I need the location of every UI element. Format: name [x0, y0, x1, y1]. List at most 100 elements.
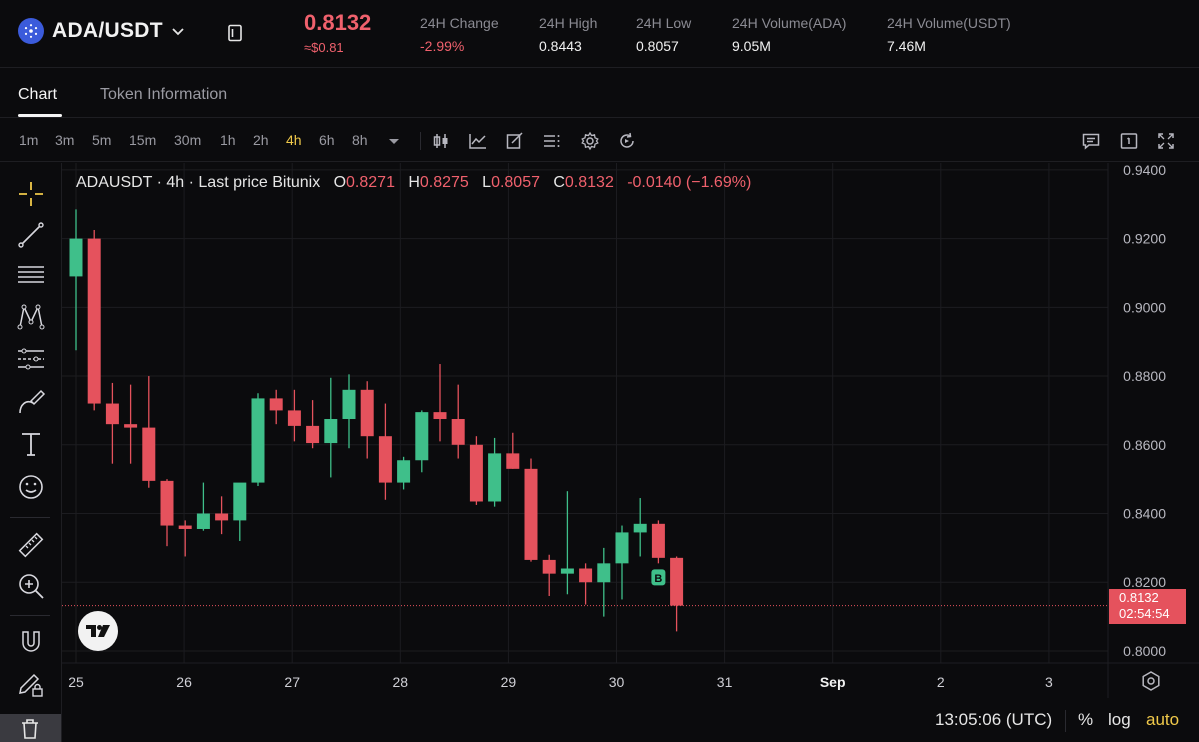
- stat-24h-low: 24H Low 0.8057: [636, 15, 691, 54]
- indicators-icon[interactable]: [468, 131, 488, 151]
- last-price-fiat: ≈$0.81: [304, 40, 344, 55]
- x-axis-tick-label: Sep: [820, 674, 846, 690]
- x-axis-tick-label: 31: [717, 674, 733, 690]
- log-scale-button[interactable]: log: [1108, 710, 1131, 730]
- magnet-icon[interactable]: [16, 627, 46, 657]
- auto-scale-button[interactable]: auto: [1146, 710, 1179, 730]
- stat-24h-high: 24H High 0.8443: [539, 15, 597, 54]
- axis-settings-icon[interactable]: [1140, 670, 1162, 692]
- fib-retracement-icon[interactable]: [16, 260, 46, 290]
- tools-divider: [10, 615, 50, 616]
- legend-change: -0.0140 (−1.69%): [627, 174, 752, 191]
- trend-line-icon[interactable]: [16, 220, 46, 250]
- stat-label: 24H Volume(USDT): [887, 15, 1011, 31]
- trash-icon[interactable]: [18, 717, 42, 741]
- pattern-icon[interactable]: [16, 302, 46, 332]
- timeframe-30m[interactable]: 30m: [174, 132, 201, 148]
- stat-value: 7.46M: [887, 38, 926, 54]
- active-tab-indicator: [18, 114, 62, 117]
- settings-gear-icon[interactable]: [580, 131, 600, 151]
- timeframe-15m[interactable]: 15m: [129, 132, 156, 148]
- bookmark-icon[interactable]: [227, 24, 243, 42]
- chat-icon[interactable]: [1081, 131, 1101, 151]
- ruler-icon[interactable]: [16, 530, 46, 560]
- legend-close-label: C: [553, 174, 565, 191]
- lock-pencil-icon[interactable]: [16, 669, 46, 699]
- timeframe-5m[interactable]: 5m: [92, 132, 111, 148]
- timeframe-6h[interactable]: 6h: [319, 132, 335, 148]
- timeframe-3m[interactable]: 3m: [55, 132, 74, 148]
- candle-body: [433, 412, 447, 420]
- tab-chart[interactable]: Chart: [18, 86, 57, 104]
- timeframe-2h[interactable]: 2h: [253, 132, 269, 148]
- candle-body: [233, 482, 247, 521]
- stat-label: 24H Change: [420, 15, 499, 31]
- prediction-icon[interactable]: [16, 344, 46, 374]
- candle-body: [542, 559, 556, 574]
- candle-body: [397, 460, 411, 483]
- timeframe-4h[interactable]: 4h: [286, 132, 302, 148]
- candle-body: [378, 436, 392, 483]
- candle-body: [69, 238, 83, 277]
- replay-icon[interactable]: [617, 131, 637, 151]
- x-axis-tick-label: 28: [393, 674, 409, 690]
- candle-body: [506, 453, 520, 469]
- candle-body: [178, 525, 192, 529]
- legend-open-label: O: [333, 174, 347, 191]
- text-icon[interactable]: [16, 429, 46, 459]
- candle-body: [196, 513, 210, 529]
- candle-body: [451, 419, 465, 445]
- single-layout-icon[interactable]: [1119, 131, 1139, 151]
- pair-name[interactable]: ADA/USDT: [52, 19, 163, 43]
- legend-low-value: 0.8057: [491, 174, 540, 191]
- chart-toolbar: 1m 3m 5m 15m 30m 1h 2h 4h 6h 8h: [0, 120, 1199, 162]
- tab-token-information[interactable]: Token Information: [100, 86, 227, 104]
- y-axis-tick-label: 0.9000: [1123, 299, 1166, 315]
- stat-value: 9.05M: [732, 38, 771, 54]
- fullscreen-icon[interactable]: [1156, 131, 1176, 151]
- drawing-icon[interactable]: [505, 131, 525, 151]
- candle-body: [469, 444, 483, 502]
- price-chart[interactable]: 0.9400 0.9200 0.9000 0.8800 0.8600 0.8400 0.82…: [62, 163, 1199, 698]
- more-timeframes-chevron-icon[interactable]: [384, 131, 404, 151]
- percent-scale-button[interactable]: %: [1078, 710, 1093, 730]
- emoji-icon[interactable]: [16, 472, 46, 502]
- tradingview-logo-icon[interactable]: [78, 611, 118, 651]
- x-axis-tick-label: 2: [937, 674, 945, 690]
- candle-body: [670, 557, 684, 606]
- legend-high-value: 0.8275: [419, 174, 469, 191]
- utc-clock[interactable]: 13:05:06 (UTC): [935, 710, 1052, 730]
- candle-body: [615, 532, 629, 564]
- templates-icon[interactable]: [542, 131, 562, 151]
- chart-legend: ADAUSDT · 4h · Last price Bitunix O0.827…: [76, 174, 751, 192]
- candle-body: [160, 480, 174, 526]
- brush-icon[interactable]: [16, 387, 46, 417]
- candle-body: [342, 389, 356, 420]
- candle-body: [415, 412, 429, 461]
- price-tag-countdown: 02:54:54: [1119, 606, 1170, 621]
- timeframe-1h[interactable]: 1h: [220, 132, 236, 148]
- stat-24h-volume-ada: 24H Volume(ADA) 9.05M: [732, 15, 846, 54]
- candle-body: [597, 563, 611, 583]
- last-price-tag: 0.8132 02:54:54: [1109, 589, 1186, 624]
- candle-body: [488, 453, 502, 502]
- stat-value: 0.8057: [636, 38, 679, 54]
- x-axis-tick-label: 29: [501, 674, 517, 690]
- zoom-in-icon[interactable]: [16, 571, 46, 601]
- y-axis-tick-label: 0.8000: [1123, 643, 1166, 659]
- pair-selector[interactable]: ADA/USDT: [18, 18, 185, 44]
- y-axis-tick-label: 0.8200: [1123, 574, 1166, 590]
- stat-label: 24H Volume(ADA): [732, 15, 847, 31]
- candlestick-chart[interactable]: 0.9400 0.9200 0.9000 0.8800 0.8600 0.8400 0.82…: [62, 163, 1199, 698]
- chevron-down-icon[interactable]: [171, 24, 185, 38]
- crosshair-icon[interactable]: [16, 179, 46, 209]
- timeframe-8h[interactable]: 8h: [352, 132, 368, 148]
- candle-body: [287, 410, 301, 426]
- candle-body: [651, 523, 665, 558]
- tools-divider: [10, 517, 50, 518]
- market-header: ADA/USDT 0.8132 ≈$0.81 24H Change -2.99%…: [0, 0, 1199, 68]
- trash-button[interactable]: [0, 714, 61, 742]
- timeframe-1m[interactable]: 1m: [19, 132, 38, 148]
- candle-body: [633, 523, 647, 533]
- candle-type-icon[interactable]: [431, 131, 451, 151]
